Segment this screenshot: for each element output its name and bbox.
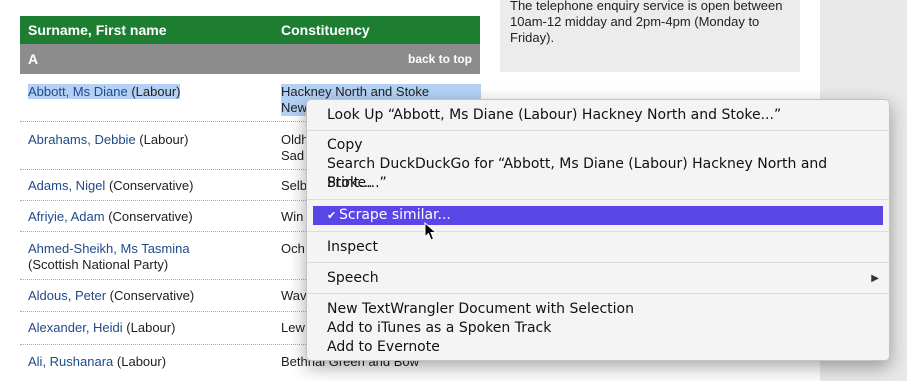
menu-item-print[interactable]: Print... [307, 174, 889, 193]
table-header: Surname, First name Constituency [20, 16, 480, 44]
party-label: (Conservative) [108, 178, 194, 193]
mouse-pointer-icon [424, 222, 438, 241]
menu-item-label: Speech [327, 270, 379, 286]
menu-item-label: Scrape similar... [339, 207, 451, 223]
menu-item-itunes[interactable]: Add to iTunes as a Spoken Track [307, 319, 889, 338]
party-label: (Labour) [116, 354, 167, 369]
menu-separator [307, 199, 889, 200]
context-menu: Look Up “Abbott, Ms Diane (Labour) Hackn… [306, 99, 890, 361]
menu-separator [307, 262, 889, 263]
scraper-icon: ✔ [327, 209, 337, 222]
menu-item-scrape-similar[interactable]: ✔ Scrape similar... [313, 206, 883, 225]
menu-separator [307, 231, 889, 232]
party-label: (Labour) [131, 84, 181, 99]
menu-item-textwrangler[interactable]: New TextWrangler Document with Selection [307, 300, 889, 319]
back-to-top-link[interactable]: back to top [408, 52, 472, 66]
section-header-a: A back to top [20, 44, 480, 74]
party-label: (Labour) [139, 132, 189, 147]
section-letter: A [28, 51, 39, 67]
column-header-constituency: Constituency [281, 22, 370, 38]
mp-name-link[interactable]: Aldous, Peter [28, 288, 106, 303]
mp-name-link[interactable]: Adams, Nigel [28, 178, 105, 193]
submenu-arrow-icon: ▶ [871, 273, 879, 284]
column-header-name: Surname, First name [28, 22, 167, 38]
mp-name-link[interactable]: Abbott, Ms Diane [28, 84, 128, 99]
mp-name-link[interactable]: Abrahams, Debbie [28, 132, 136, 147]
menu-separator [307, 293, 889, 294]
party-label: (Labour) [126, 320, 176, 335]
mp-name-link[interactable]: Ali, Rushanara [28, 354, 113, 369]
menu-item-copy[interactable]: Copy [307, 136, 889, 155]
browser-page: Surname, First name Constituency A back … [0, 0, 907, 381]
party-label: (Conservative) [108, 209, 193, 224]
mp-name-link[interactable]: Afriyie, Adam [28, 209, 105, 224]
mp-name-link[interactable]: Alexander, Heidi [28, 320, 123, 335]
party-label: (Scottish National Party) [28, 257, 169, 272]
menu-item-evernote[interactable]: Add to Evernote [307, 338, 889, 357]
mp-name-link[interactable]: Ahmed-Sheikh, Ms Tasmina [28, 241, 190, 256]
menu-item-speech[interactable]: Speech ▶ [307, 269, 889, 288]
menu-item-look-up[interactable]: Look Up “Abbott, Ms Diane (Labour) Hackn… [307, 106, 889, 125]
enquiry-info-box: The telephone enquiry service is open be… [500, 0, 800, 72]
party-label: (Conservative) [109, 288, 195, 303]
menu-separator [307, 130, 889, 131]
menu-item-search-duckduckgo[interactable]: Search DuckDuckGo for “Abbott, Ms Diane … [307, 155, 889, 191]
menu-item-inspect[interactable]: Inspect [307, 238, 889, 257]
